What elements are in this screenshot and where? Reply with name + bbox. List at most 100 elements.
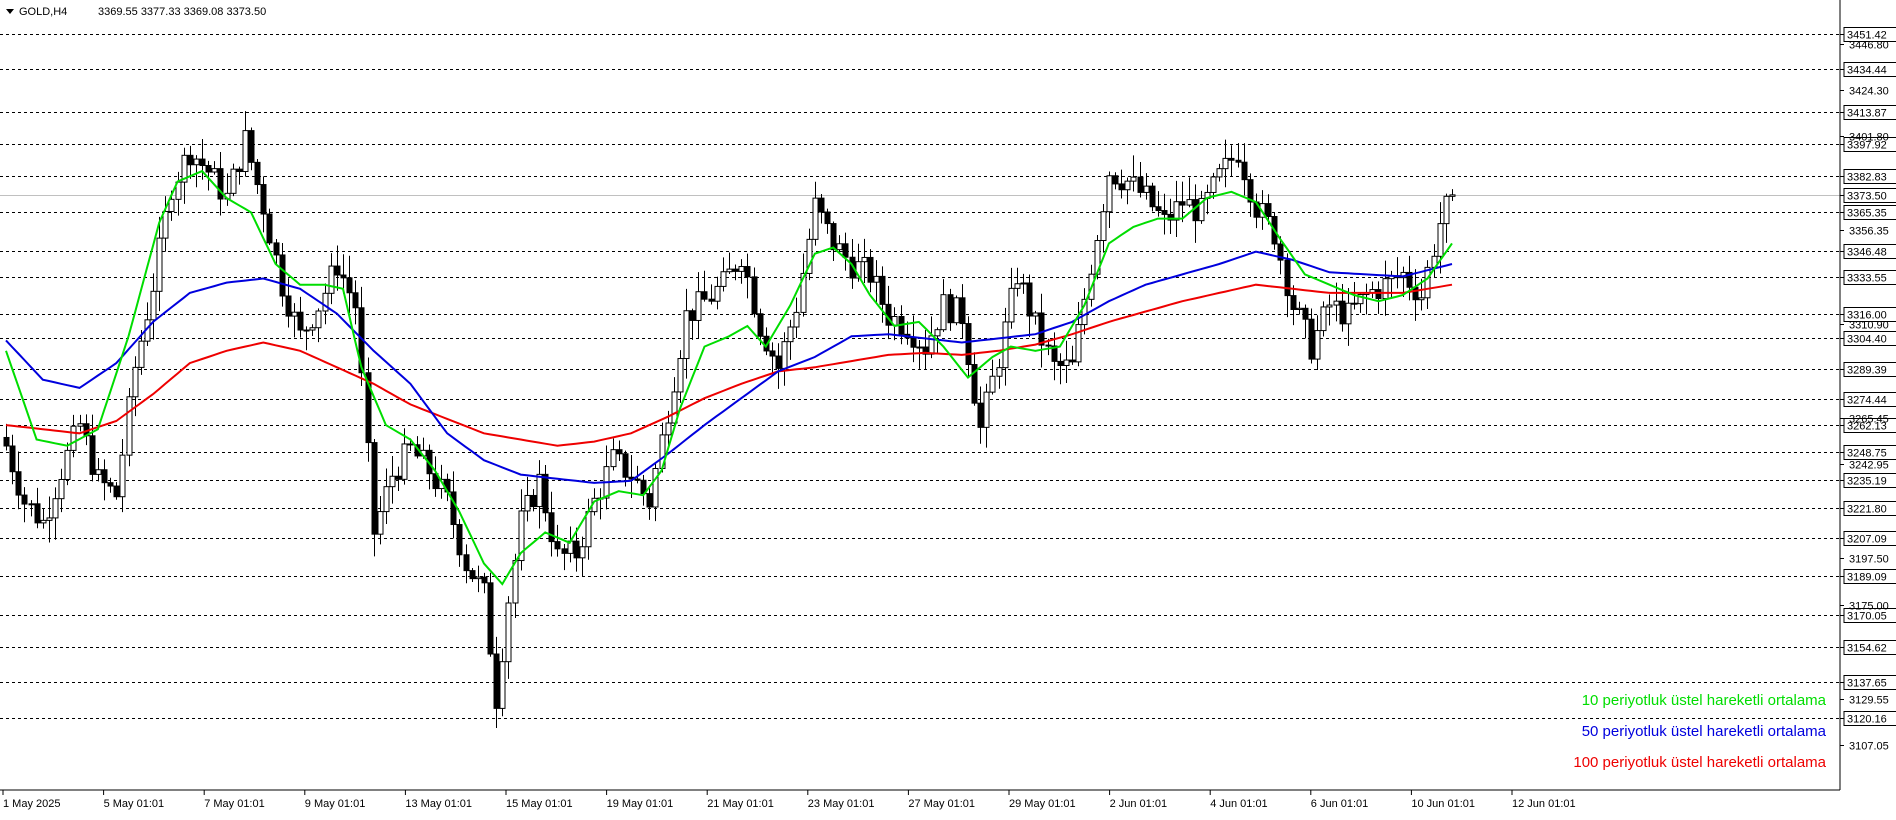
candle-body <box>230 168 237 194</box>
candle-body <box>1149 185 1156 208</box>
candle-body <box>1241 161 1248 181</box>
candle-body <box>469 570 476 580</box>
candle-body <box>1437 223 1444 257</box>
candle-body <box>818 197 825 213</box>
legend-entry: 100 periyotluk üstel hareketli ortalama <box>1573 754 1826 771</box>
candle-body <box>456 524 463 556</box>
candle-body <box>95 469 102 475</box>
candle-body <box>959 297 966 325</box>
candle-body <box>493 653 500 709</box>
candle-body <box>346 277 353 294</box>
candle-body <box>77 423 84 427</box>
price-level-label: 3189.09 <box>1847 572 1887 584</box>
candle-body <box>989 375 996 393</box>
candle-body <box>585 511 592 548</box>
candle-body <box>1210 176 1217 193</box>
candle-body <box>1075 324 1082 363</box>
price-chart[interactable]: 3451.423434.443413.873397.923382.833373.… <box>0 0 1896 820</box>
price-level-label: 3248.75 <box>1847 448 1887 460</box>
price-level-label: 3333.55 <box>1847 273 1887 285</box>
candle-body <box>1382 278 1389 300</box>
price-level-label: 3373.50 <box>1847 191 1887 203</box>
candle-body <box>383 486 390 513</box>
candle-body <box>322 292 329 312</box>
candle-body <box>1443 195 1450 225</box>
candle-body <box>407 443 414 446</box>
candle-body <box>297 311 304 331</box>
candle-body <box>401 443 408 480</box>
candle-body <box>781 341 788 369</box>
price-level-label: 3304.40 <box>1847 334 1887 346</box>
candle-body <box>1045 344 1052 347</box>
candle-body <box>9 445 16 473</box>
candle-body <box>708 298 715 302</box>
y-tick-label: 3356.35 <box>1849 226 1889 238</box>
price-level-label: 3120.16 <box>1847 714 1887 726</box>
candle-body <box>1038 312 1045 346</box>
candle-body <box>1235 159 1242 163</box>
candle-body <box>1265 203 1272 218</box>
candle-body <box>481 576 488 584</box>
candle-body <box>1137 176 1144 193</box>
candle-body <box>757 313 764 337</box>
candle-body <box>1314 330 1321 360</box>
candle-body <box>475 576 482 580</box>
candle-body <box>812 197 819 240</box>
y-tick-label: 3446.80 <box>1849 40 1889 52</box>
candle-body <box>377 511 384 535</box>
y-tick-label: 3129.55 <box>1849 695 1889 707</box>
candle-body <box>279 254 286 297</box>
candle-body <box>1179 201 1186 206</box>
candle-body <box>720 271 727 287</box>
candle-body <box>824 211 831 225</box>
candle-body <box>573 540 580 559</box>
candle-body <box>744 266 751 278</box>
candle-body <box>126 396 133 456</box>
candle-body <box>89 435 96 475</box>
x-tick-label: 29 May 01:01 <box>1009 798 1076 810</box>
price-level-label: 3289.39 <box>1847 365 1887 377</box>
candle-body <box>940 294 947 331</box>
candle-body <box>3 436 10 447</box>
candle-body <box>1222 157 1229 170</box>
candle-body <box>273 242 280 256</box>
candle-body <box>530 494 537 508</box>
x-tick-label: 12 Jun 01:01 <box>1512 798 1576 810</box>
candle-body <box>873 275 880 283</box>
candle-body <box>395 475 402 480</box>
candle-body <box>1155 206 1162 212</box>
candle-body <box>1069 359 1076 363</box>
x-tick-label: 10 Jun 01:01 <box>1411 798 1475 810</box>
candle-body <box>156 237 163 292</box>
y-tick-label: 3175.00 <box>1849 601 1889 613</box>
candle-body <box>1290 295 1297 310</box>
candle-body <box>561 548 568 554</box>
candle-body <box>1302 307 1309 320</box>
x-tick-label: 1 May 2025 <box>3 798 60 810</box>
y-tick-label: 3242.95 <box>1849 460 1889 472</box>
candle-body <box>983 391 990 428</box>
candle-body <box>15 471 22 496</box>
candle-body <box>64 449 71 480</box>
y-tick-label: 3265.45 <box>1849 414 1889 426</box>
candle-body <box>548 512 555 543</box>
candle-body <box>1351 302 1358 305</box>
x-tick-label: 4 Jun 01:01 <box>1210 798 1268 810</box>
candle-body <box>683 310 690 360</box>
candle-body <box>1143 185 1150 193</box>
candle-body <box>726 268 733 273</box>
candle-body <box>242 130 249 173</box>
candle-body <box>1216 168 1223 178</box>
x-tick-label: 15 May 01:01 <box>506 798 573 810</box>
candle-body <box>1020 282 1027 285</box>
candle-body <box>328 265 335 294</box>
candle-body <box>732 268 739 272</box>
candle-body <box>309 327 316 331</box>
candle-body <box>769 350 776 357</box>
candle-body <box>1228 157 1235 161</box>
candle-body <box>861 256 868 263</box>
price-level-label: 3346.48 <box>1847 247 1887 259</box>
candle-body <box>1333 300 1340 306</box>
y-tick-label: 3197.50 <box>1849 554 1889 566</box>
candle-body <box>254 161 261 186</box>
